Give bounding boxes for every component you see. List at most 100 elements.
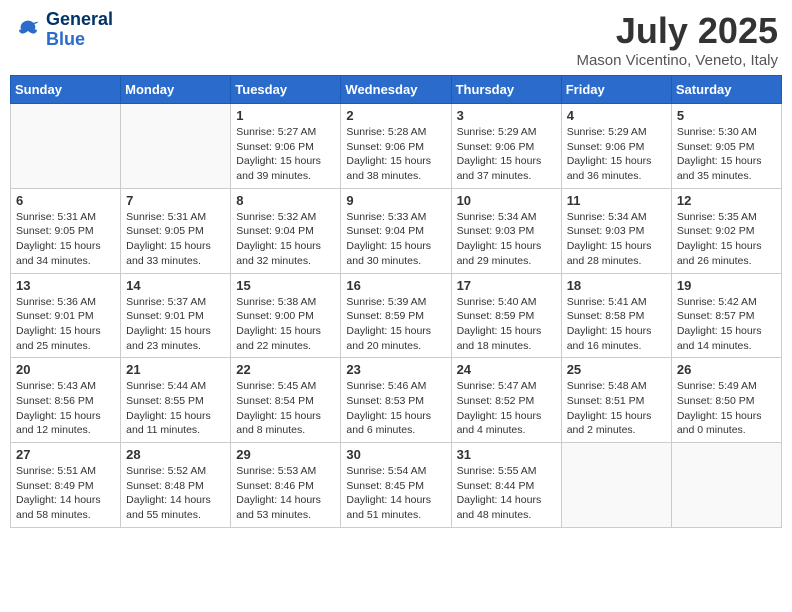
calendar-table: SundayMondayTuesdayWednesdayThursdayFrid…	[10, 75, 782, 528]
day-number: 9	[346, 193, 445, 208]
calendar-day: 5Sunrise: 5:30 AM Sunset: 9:05 PM Daylig…	[671, 104, 781, 189]
day-info: Sunrise: 5:36 AM Sunset: 9:01 PM Dayligh…	[16, 295, 115, 354]
day-info: Sunrise: 5:55 AM Sunset: 8:44 PM Dayligh…	[457, 464, 556, 523]
day-number: 19	[677, 278, 776, 293]
day-number: 28	[126, 447, 225, 462]
calendar-day: 1 Sunrise: 5:27 AM Sunset: 9:06 PM Daylig…	[231, 104, 341, 189]
calendar-week-row: 6 Sunrise: 5:31 AM Sunset: 9:05 PM Daylig…	[11, 188, 782, 273]
day-info: Sunrise: 5:32 AM Sunset: 9:04 PM Dayligh…	[236, 210, 335, 269]
day-info: Sunrise: 5:54 AM Sunset: 8:45 PM Dayligh…	[346, 464, 445, 523]
calendar-day: 9Sunrise: 5:33 AM Sunset: 9:04 PM Daylig…	[341, 188, 451, 273]
weekday-header-wednesday: Wednesday	[341, 76, 451, 104]
calendar-day: 30 Sunrise: 5:54 AM Sunset: 8:45 PM Dayli…	[341, 443, 451, 528]
day-number: 20	[16, 362, 115, 377]
calendar-week-row: 20Sunrise: 5:43 AM Sunset: 8:56 PM Dayli…	[11, 358, 782, 443]
day-info: Sunrise: 5:48 AM Sunset: 8:51 PM Dayligh…	[567, 379, 666, 438]
day-info: Sunrise: 5:47 AM Sunset: 8:52 PM Dayligh…	[457, 379, 556, 438]
day-info: Sunrise: 5:31 AM Sunset: 9:05 PM Dayligh…	[16, 210, 115, 269]
day-info: Sunrise: 5:52 AM Sunset: 8:48 PM Dayligh…	[126, 464, 225, 523]
calendar-day: 10 Sunrise: 5:34 AM Sunset: 9:03 PM Dayli…	[451, 188, 561, 273]
day-number: 16	[346, 278, 445, 293]
day-number: 5	[677, 108, 776, 123]
day-number: 18	[567, 278, 666, 293]
day-info: Sunrise: 5:39 AM Sunset: 8:59 PM Dayligh…	[346, 295, 445, 354]
day-info: Sunrise: 5:34 AM Sunset: 9:03 PM Dayligh…	[457, 210, 556, 269]
day-number: 13	[16, 278, 115, 293]
calendar-day: 15Sunrise: 5:38 AM Sunset: 9:00 PM Dayli…	[231, 273, 341, 358]
calendar-day: 25 Sunrise: 5:48 AM Sunset: 8:51 PM Dayli…	[561, 358, 671, 443]
day-info: Sunrise: 5:53 AM Sunset: 8:46 PM Dayligh…	[236, 464, 335, 523]
day-info: Sunrise: 5:46 AM Sunset: 8:53 PM Dayligh…	[346, 379, 445, 438]
calendar-day: 2 Sunrise: 5:28 AM Sunset: 9:06 PM Daylig…	[341, 104, 451, 189]
calendar-day: 14Sunrise: 5:37 AM Sunset: 9:01 PM Dayli…	[121, 273, 231, 358]
day-number: 25	[567, 362, 666, 377]
calendar-week-row: 1 Sunrise: 5:27 AM Sunset: 9:06 PM Daylig…	[11, 104, 782, 189]
page-header: General Blue July 2025 Mason Vicentino, …	[10, 10, 782, 69]
location-title: Mason Vicentino, Veneto, Italy	[576, 52, 778, 69]
day-number: 7	[126, 193, 225, 208]
day-info: Sunrise: 5:29 AM Sunset: 9:06 PM Dayligh…	[567, 125, 666, 184]
day-info: Sunrise: 5:37 AM Sunset: 9:01 PM Dayligh…	[126, 295, 225, 354]
logo-line1: General	[46, 10, 113, 30]
calendar-day: 4 Sunrise: 5:29 AM Sunset: 9:06 PM Daylig…	[561, 104, 671, 189]
calendar-week-row: 13 Sunrise: 5:36 AM Sunset: 9:01 PM Dayli…	[11, 273, 782, 358]
day-info: Sunrise: 5:44 AM Sunset: 8:55 PM Dayligh…	[126, 379, 225, 438]
day-number: 26	[677, 362, 776, 377]
calendar-day: 24 Sunrise: 5:47 AM Sunset: 8:52 PM Dayli…	[451, 358, 561, 443]
day-number: 12	[677, 193, 776, 208]
day-info: Sunrise: 5:45 AM Sunset: 8:54 PM Dayligh…	[236, 379, 335, 438]
day-number: 24	[457, 362, 556, 377]
day-number: 8	[236, 193, 335, 208]
day-number: 3	[457, 108, 556, 123]
logo: General Blue	[14, 10, 113, 50]
calendar-day	[11, 104, 121, 189]
title-block: July 2025 Mason Vicentino, Veneto, Italy	[576, 10, 778, 69]
logo-text: General Blue	[46, 10, 113, 50]
calendar-day: 13 Sunrise: 5:36 AM Sunset: 9:01 PM Dayli…	[11, 273, 121, 358]
day-info: Sunrise: 5:29 AM Sunset: 9:06 PM Dayligh…	[457, 125, 556, 184]
calendar-day: 22 Sunrise: 5:45 AM Sunset: 8:54 PM Dayli…	[231, 358, 341, 443]
calendar-day: 18Sunrise: 5:41 AM Sunset: 8:58 PM Dayli…	[561, 273, 671, 358]
day-info: Sunrise: 5:38 AM Sunset: 9:00 PM Dayligh…	[236, 295, 335, 354]
day-number: 27	[16, 447, 115, 462]
calendar-day: 27 Sunrise: 5:51 AM Sunset: 8:49 PM Dayli…	[11, 443, 121, 528]
calendar-day: 23 Sunrise: 5:46 AM Sunset: 8:53 PM Dayli…	[341, 358, 451, 443]
weekday-header-monday: Monday	[121, 76, 231, 104]
day-number: 6	[16, 193, 115, 208]
calendar-week-row: 27 Sunrise: 5:51 AM Sunset: 8:49 PM Dayli…	[11, 443, 782, 528]
logo-line2: Blue	[46, 30, 113, 50]
calendar-day: 12 Sunrise: 5:35 AM Sunset: 9:02 PM Dayli…	[671, 188, 781, 273]
calendar-day: 19Sunrise: 5:42 AM Sunset: 8:57 PM Dayli…	[671, 273, 781, 358]
day-number: 31	[457, 447, 556, 462]
day-info: Sunrise: 5:35 AM Sunset: 9:02 PM Dayligh…	[677, 210, 776, 269]
calendar-day: 28 Sunrise: 5:52 AM Sunset: 8:48 PM Dayli…	[121, 443, 231, 528]
calendar-day: 6 Sunrise: 5:31 AM Sunset: 9:05 PM Daylig…	[11, 188, 121, 273]
calendar-day	[671, 443, 781, 528]
weekday-header-friday: Friday	[561, 76, 671, 104]
day-number: 10	[457, 193, 556, 208]
day-number: 29	[236, 447, 335, 462]
day-number: 4	[567, 108, 666, 123]
logo-icon	[14, 16, 42, 44]
weekday-header-saturday: Saturday	[671, 76, 781, 104]
day-number: 23	[346, 362, 445, 377]
day-info: Sunrise: 5:34 AM Sunset: 9:03 PM Dayligh…	[567, 210, 666, 269]
month-title: July 2025	[576, 10, 778, 52]
calendar-day: 17Sunrise: 5:40 AM Sunset: 8:59 PM Dayli…	[451, 273, 561, 358]
calendar-day: 26 Sunrise: 5:49 AM Sunset: 8:50 PM Dayli…	[671, 358, 781, 443]
day-info: Sunrise: 5:51 AM Sunset: 8:49 PM Dayligh…	[16, 464, 115, 523]
weekday-header-row: SundayMondayTuesdayWednesdayThursdayFrid…	[11, 76, 782, 104]
day-number: 2	[346, 108, 445, 123]
weekday-header-thursday: Thursday	[451, 76, 561, 104]
calendar-day: 3 Sunrise: 5:29 AM Sunset: 9:06 PM Daylig…	[451, 104, 561, 189]
calendar-day: 11Sunrise: 5:34 AM Sunset: 9:03 PM Dayli…	[561, 188, 671, 273]
day-number: 1	[236, 108, 335, 123]
day-info: Sunrise: 5:49 AM Sunset: 8:50 PM Dayligh…	[677, 379, 776, 438]
calendar-day: 7Sunrise: 5:31 AM Sunset: 9:05 PM Daylig…	[121, 188, 231, 273]
day-number: 22	[236, 362, 335, 377]
calendar-day: 31 Sunrise: 5:55 AM Sunset: 8:44 PM Dayli…	[451, 443, 561, 528]
day-number: 30	[346, 447, 445, 462]
day-info: Sunrise: 5:28 AM Sunset: 9:06 PM Dayligh…	[346, 125, 445, 184]
day-info: Sunrise: 5:27 AM Sunset: 9:06 PM Dayligh…	[236, 125, 335, 184]
calendar-day: 20Sunrise: 5:43 AM Sunset: 8:56 PM Dayli…	[11, 358, 121, 443]
